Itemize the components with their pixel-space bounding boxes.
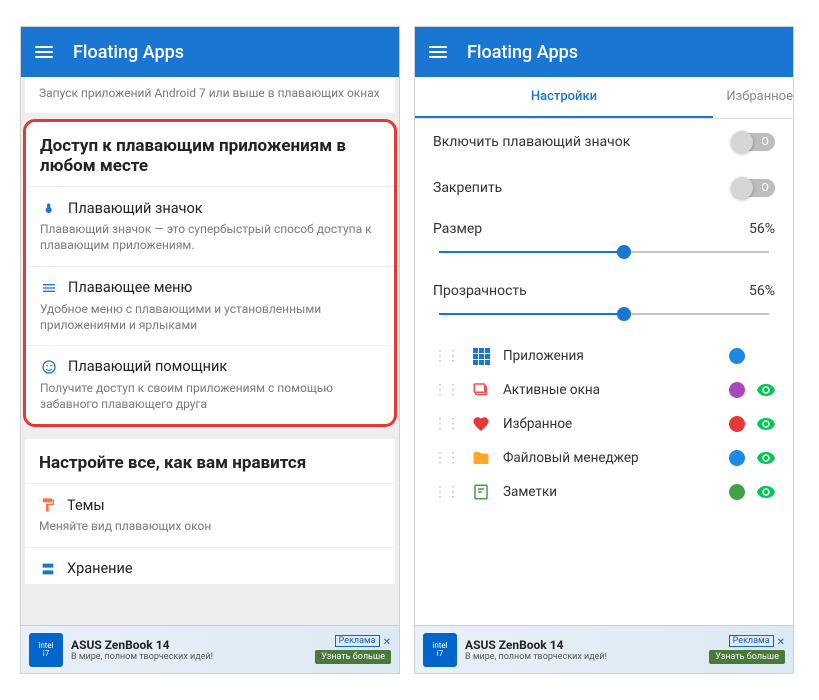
slider-label: Размер <box>433 221 482 237</box>
row-desc: Меняйте вид плавающих окон <box>39 518 381 534</box>
setting-label: Закрепить <box>433 180 502 196</box>
row-title: Темы <box>67 497 105 514</box>
drag-handle-icon[interactable]: ⋮⋮ <box>433 450 459 466</box>
ad-logo-icon: inteli7 <box>29 633 63 667</box>
list-item[interactable]: ⋮⋮ Заметки <box>415 475 793 509</box>
row-desc: Удобное меню с плавающими и установленны… <box>40 301 380 333</box>
storage-icon <box>39 560 57 578</box>
opacity-slider[interactable] <box>439 313 769 315</box>
color-dot[interactable] <box>729 348 745 364</box>
ad-banner[interactable]: inteli7 ASUS ZenBook 14 В мире, полном т… <box>415 625 793 673</box>
row-title: Плавающий помощник <box>68 358 227 375</box>
list-item[interactable]: ⋮⋮ Файловый менеджер <box>415 441 793 475</box>
item-label: Заметки <box>503 484 717 500</box>
row-desc: Плавающий значок — это супербыстрый спос… <box>40 221 380 253</box>
ad-cta-button[interactable]: Узнать больше <box>709 650 785 664</box>
drag-handle-icon[interactable]: ⋮⋮ <box>433 348 459 364</box>
apps-grid-icon <box>471 346 491 366</box>
row-title: Плавающее меню <box>68 279 192 296</box>
row-title: Плавающий значок <box>68 200 203 217</box>
drag-handle-icon[interactable]: ⋮⋮ <box>433 382 459 398</box>
ad-logo-icon: inteli7 <box>423 633 457 667</box>
list-item[interactable]: ⋮⋮ Избранное <box>415 407 793 441</box>
ad-text: ASUS ZenBook 14 В мире, полном творчески… <box>465 638 701 662</box>
ad-cta-button[interactable]: Узнать больше <box>315 650 391 664</box>
item-label: Файловый менеджер <box>503 450 717 466</box>
slider-value: 56% <box>749 283 775 299</box>
visibility-icon[interactable] <box>757 486 775 498</box>
toggle-switch[interactable]: O <box>733 179 775 197</box>
floating-assistant-row[interactable]: Плавающий помощник Получите доступ к сво… <box>26 345 394 424</box>
item-label: Приложения <box>503 348 717 364</box>
slider-label: Прозрачность <box>433 283 527 299</box>
storage-row[interactable]: Хранение <box>25 547 395 584</box>
size-slider-block: Размер 56% <box>415 211 793 273</box>
app-title: Floating Apps <box>467 42 578 63</box>
ad-close-icon[interactable]: ✕ <box>777 637 785 648</box>
windows-icon <box>471 380 491 400</box>
ad-tag: Реклама <box>335 635 380 647</box>
phone-left: Floating Apps Запуск приложений Android … <box>20 26 400 674</box>
pin-row[interactable]: Закрепить O <box>415 165 793 211</box>
folder-icon <box>471 448 491 468</box>
ad-text: ASUS ZenBook 14 В мире, полном творчески… <box>71 638 307 662</box>
color-dot[interactable] <box>729 484 745 500</box>
visibility-icon[interactable] <box>757 418 775 430</box>
row-desc: Получите доступ к своим приложениям с по… <box>40 380 380 412</box>
slider-value: 56% <box>749 221 775 237</box>
ad-banner[interactable]: inteli7 ASUS ZenBook 14 В мире, полном т… <box>21 625 399 673</box>
prev-section-snippet: Запуск приложений Android 7 или выше в п… <box>25 77 395 113</box>
customize-section: Настройте все, как вам нравится Темы Мен… <box>25 439 395 583</box>
ad-tag: Реклама <box>729 635 774 647</box>
item-label: Активные окна <box>503 382 717 398</box>
tabs: Настройки Избранное <box>415 77 793 119</box>
paint-icon <box>39 496 57 514</box>
visibility-icon[interactable] <box>757 384 775 396</box>
row-title: Хранение <box>67 560 133 577</box>
size-slider[interactable] <box>439 251 769 253</box>
shortcut-list: ⋮⋮ Приложения 👁 ⋮⋮ Активные окна ⋮⋮ И <box>415 335 793 513</box>
heart-icon <box>471 414 491 434</box>
phone-right: Floating Apps Настройки Избранное Включи… <box>414 26 794 674</box>
touch-icon <box>40 199 58 217</box>
list-item[interactable]: ⋮⋮ Приложения 👁 <box>415 339 793 373</box>
setting-label: Включить плавающий значок <box>433 134 630 150</box>
tab-favorites[interactable]: Избранное <box>713 77 793 118</box>
color-dot[interactable] <box>729 382 745 398</box>
access-section-highlighted: Доступ к плавающим приложениям в любом м… <box>23 119 397 427</box>
floating-menu-row[interactable]: Плавающее меню Удобное меню с плавающими… <box>26 266 394 345</box>
opacity-slider-block: Прозрачность 56% <box>415 273 793 335</box>
app-bar: Floating Apps <box>21 27 399 77</box>
tab-settings[interactable]: Настройки <box>415 77 713 118</box>
hamburger-icon[interactable] <box>35 46 53 58</box>
color-dot[interactable] <box>729 416 745 432</box>
drag-handle-icon[interactable]: ⋮⋮ <box>433 484 459 500</box>
color-dot[interactable] <box>729 450 745 466</box>
note-icon <box>471 482 491 502</box>
toggle-switch[interactable]: O <box>733 133 775 151</box>
themes-row[interactable]: Темы Меняйте вид плавающих окон <box>25 483 395 546</box>
face-icon <box>40 358 58 376</box>
customize-title: Настройте все, как вам нравится <box>25 439 395 483</box>
app-bar: Floating Apps <box>415 27 793 77</box>
app-title: Floating Apps <box>73 42 184 63</box>
enable-floating-icon-row[interactable]: Включить плавающий значок O <box>415 119 793 165</box>
menu-list-icon <box>40 279 58 297</box>
hamburger-icon[interactable] <box>429 46 447 58</box>
floating-icon-row[interactable]: Плавающий значок Плавающий значок — это … <box>26 186 394 265</box>
access-section-title: Доступ к плавающим приложениям в любом м… <box>26 122 394 186</box>
ad-close-icon[interactable]: ✕ <box>383 637 391 648</box>
list-item[interactable]: ⋮⋮ Активные окна <box>415 373 793 407</box>
item-label: Избранное <box>503 416 717 432</box>
drag-handle-icon[interactable]: ⋮⋮ <box>433 416 459 432</box>
visibility-icon[interactable] <box>757 452 775 464</box>
